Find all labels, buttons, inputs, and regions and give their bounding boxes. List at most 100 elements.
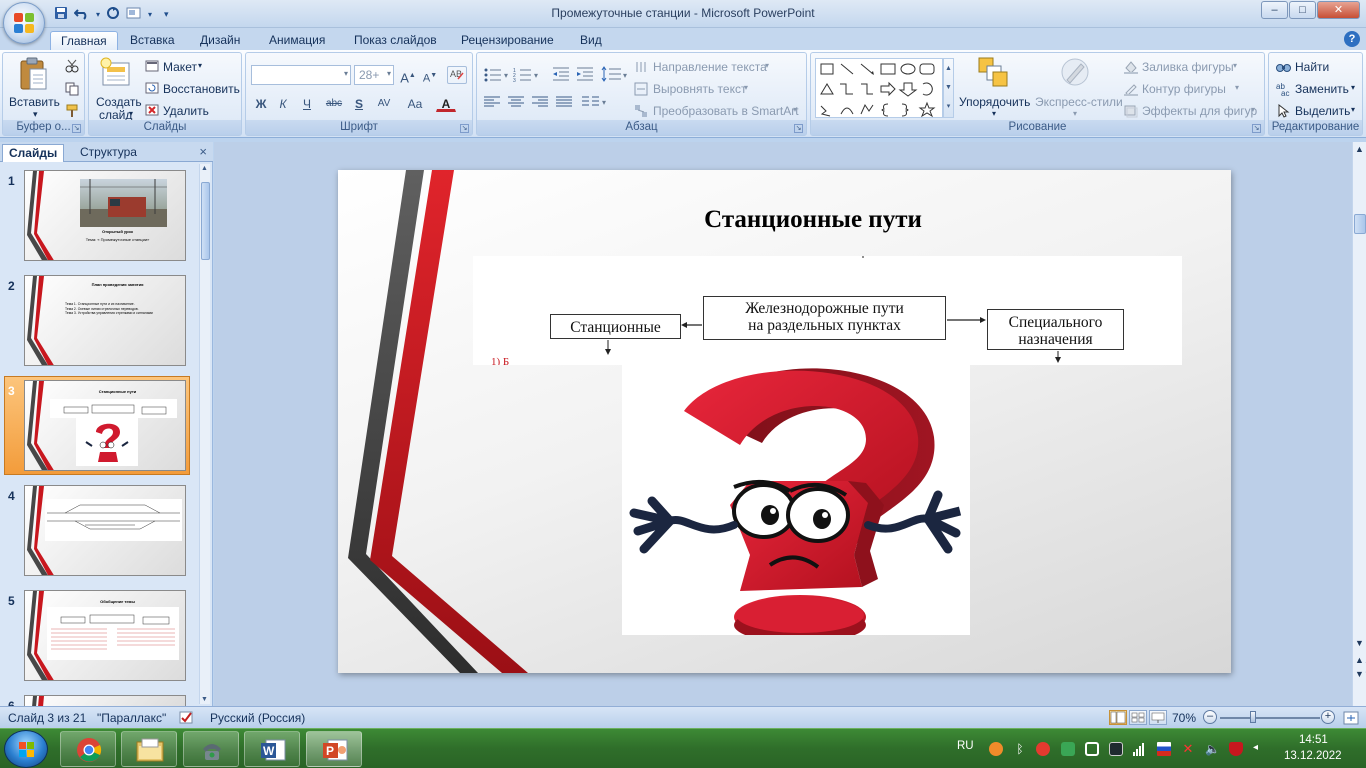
- arrange-icon[interactable]: [977, 56, 1008, 88]
- yandex-icon[interactable]: [1036, 742, 1050, 756]
- slide-thumbnail-6[interactable]: [24, 695, 186, 706]
- office-button[interactable]: [3, 2, 45, 44]
- tab-design[interactable]: Дизайн: [190, 31, 250, 50]
- tab-home[interactable]: Главная: [50, 31, 118, 50]
- reset-button[interactable]: Восстановить: [163, 82, 240, 96]
- shadow-button[interactable]: S: [349, 94, 369, 112]
- clear-format-icon[interactable]: AB: [447, 66, 467, 84]
- slides-pane-scroll-thumb[interactable]: [201, 182, 210, 260]
- close-button[interactable]: ✕: [1317, 1, 1360, 19]
- slide-thumbnail-3[interactable]: Станционные пути: [24, 380, 186, 471]
- volume-icon[interactable]: 🔈: [1205, 742, 1220, 756]
- font-name-combo[interactable]: ▾: [251, 65, 351, 85]
- layout-button[interactable]: Макет: [163, 60, 197, 74]
- tab-outline-pane[interactable]: Структура: [74, 144, 143, 162]
- current-slide[interactable]: Станционные пути Железнодорожные пути на…: [338, 170, 1231, 673]
- security-shield-icon[interactable]: [1229, 742, 1243, 756]
- zoom-out-button[interactable]: –: [1203, 710, 1217, 724]
- shapes-gallery[interactable]: [815, 58, 943, 118]
- decrease-indent-icon[interactable]: [551, 66, 571, 85]
- align-text-button[interactable]: Выровнять текст: [653, 82, 746, 96]
- justify-icon[interactable]: [555, 95, 573, 112]
- drawing-launcher[interactable]: ↘: [1252, 124, 1261, 133]
- zoom-in-button[interactable]: +: [1321, 710, 1335, 724]
- clipboard-launcher[interactable]: ↘: [72, 124, 81, 133]
- bullets-icon[interactable]: ▾: [483, 66, 511, 85]
- shape-outline-button[interactable]: Контур фигуры: [1142, 82, 1226, 96]
- shape-fill-button[interactable]: Заливка фигуры: [1142, 60, 1234, 74]
- numbering-icon[interactable]: 1 2 3 ▾: [513, 66, 541, 85]
- input-language[interactable]: RU: [957, 740, 974, 752]
- paste-button[interactable]: Вставить: [9, 95, 60, 109]
- format-painter-icon[interactable]: [65, 104, 79, 121]
- new-slide-button-line1[interactable]: Создать: [96, 95, 142, 109]
- spellcheck-icon[interactable]: [178, 710, 196, 729]
- slide-thumbnail-2[interactable]: План проведения занятия Тема 1. Станцион…: [24, 275, 186, 366]
- slide-thumbnail-5[interactable]: Обобщение темы: [24, 590, 186, 681]
- maximize-button[interactable]: □: [1289, 1, 1316, 19]
- start-button[interactable]: [4, 730, 48, 768]
- network-taskbar-button[interactable]: [183, 731, 239, 767]
- russian-flag-icon[interactable]: [1157, 742, 1171, 756]
- bluetooth-icon[interactable]: ᛒ: [1013, 742, 1027, 756]
- editor-scroll-thumb[interactable]: [1354, 214, 1366, 234]
- paste-icon[interactable]: [18, 57, 48, 90]
- avast-icon[interactable]: [989, 742, 1003, 756]
- tab-slides-pane[interactable]: Слайды: [2, 144, 65, 162]
- arrange-button[interactable]: Упорядочить: [959, 95, 1030, 109]
- slides-pane-scrollbar[interactable]: ▲ ▼: [199, 164, 210, 704]
- minimize-button[interactable]: –: [1261, 1, 1288, 19]
- language-status[interactable]: Русский (Россия): [210, 711, 305, 725]
- copy-icon[interactable]: [65, 82, 79, 99]
- quick-styles-button[interactable]: Экспресс-стили: [1035, 95, 1123, 109]
- char-spacing-button[interactable]: AV: [372, 94, 396, 112]
- word-taskbar-button[interactable]: W: [244, 731, 300, 767]
- prev-slide-button[interactable]: ▲▲: [1355, 655, 1366, 665]
- align-center-icon[interactable]: [507, 95, 525, 112]
- bold-button[interactable]: Ж: [251, 94, 271, 112]
- font-size-combo[interactable]: 28+ ▾: [354, 65, 394, 85]
- delete-slide-button[interactable]: Удалить: [163, 104, 209, 118]
- track-classification-diagram[interactable]: Железнодорожные пути на раздельных пункт…: [473, 256, 1182, 365]
- line-spacing-icon[interactable]: ▾: [601, 66, 629, 85]
- replace-button[interactable]: Заменить: [1295, 82, 1349, 96]
- monitor-icon[interactable]: [1109, 742, 1123, 756]
- italic-button[interactable]: К: [273, 94, 293, 112]
- network-error-icon[interactable]: ✕: [1181, 742, 1195, 756]
- zoom-slider-thumb[interactable]: [1250, 711, 1257, 723]
- chrome-taskbar-button[interactable]: [60, 731, 116, 767]
- slide-title[interactable]: Станционные пути: [668, 206, 958, 234]
- slide-thumbnail-1[interactable]: Открытый урок Тема: « Промежуточные стан…: [24, 170, 186, 261]
- shape-effects-button[interactable]: Эффекты для фигур: [1142, 104, 1257, 118]
- smartart-button[interactable]: Преобразовать в SmartArt: [653, 104, 799, 118]
- tab-slideshow[interactable]: Показ слайдов: [344, 31, 447, 50]
- paragraph-launcher[interactable]: ↘: [794, 124, 803, 133]
- font-color-button[interactable]: A: [436, 94, 456, 112]
- new-slide-icon[interactable]: [99, 57, 130, 89]
- align-left-icon[interactable]: [483, 95, 501, 112]
- increase-indent-icon[interactable]: [575, 66, 595, 85]
- tab-animation[interactable]: Анимация: [259, 31, 335, 50]
- tab-view[interactable]: Вид: [570, 31, 612, 50]
- shapes-scroll[interactable]: ▲ ▼ ▾: [943, 58, 954, 118]
- underline-button[interactable]: Ч: [297, 94, 317, 112]
- text-direction-button[interactable]: Направление текста: [653, 60, 767, 74]
- show-hidden-icons[interactable]: ◂: [1253, 742, 1267, 756]
- slide-sorter-view-button[interactable]: [1129, 710, 1147, 725]
- font-launcher[interactable]: ↘: [460, 124, 469, 133]
- sync-icon[interactable]: [1061, 742, 1075, 756]
- change-case-button[interactable]: Aa: [403, 94, 427, 112]
- columns-icon[interactable]: ▾: [581, 95, 609, 112]
- tab-review[interactable]: Рецензирование: [451, 31, 564, 50]
- explorer-taskbar-button[interactable]: [121, 731, 177, 767]
- slideshow-view-button[interactable]: [1149, 710, 1167, 725]
- clock-date[interactable]: 13.12.2022: [1284, 750, 1342, 762]
- question-mark-image[interactable]: [622, 365, 970, 635]
- clock-time[interactable]: 14:51: [1299, 734, 1328, 746]
- select-button[interactable]: Выделить: [1295, 104, 1350, 118]
- normal-view-button[interactable]: [1109, 710, 1127, 725]
- help-icon[interactable]: ?: [1344, 31, 1360, 47]
- slide-thumbnail-4[interactable]: [24, 485, 186, 576]
- tools-icon[interactable]: [1085, 742, 1099, 756]
- signal-icon[interactable]: [1133, 742, 1147, 756]
